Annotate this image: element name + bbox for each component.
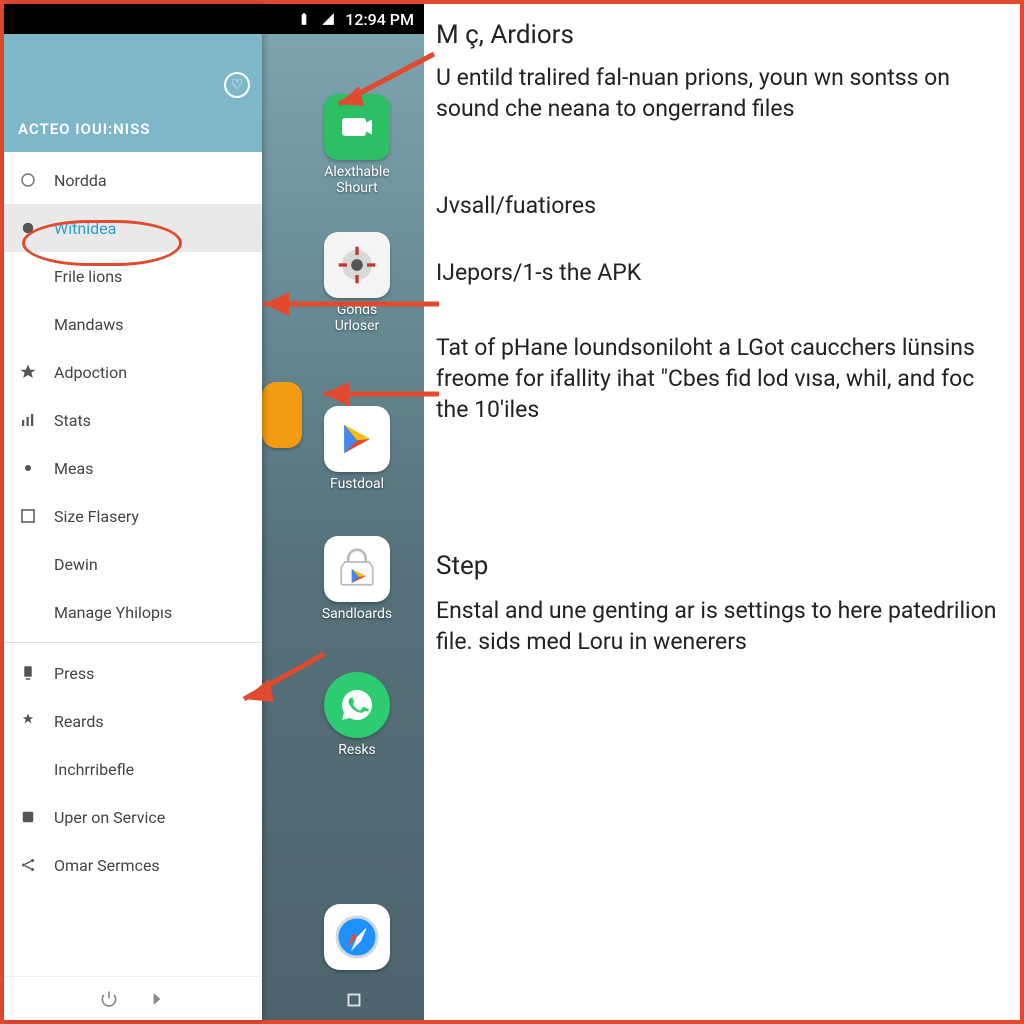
- menu-label: Dewin: [54, 555, 98, 574]
- menu-item-mandaws[interactable]: Mandaws: [4, 300, 262, 348]
- menu-label: Size Flasery: [54, 507, 139, 526]
- app-label: Fustdoal: [312, 476, 402, 492]
- menu-item-manage[interactable]: Manage Yhilopıs: [4, 588, 262, 636]
- tutorial-paragraph: U entild tralired fal-nuan prions, youn …: [436, 62, 1008, 124]
- menu-label: Reards: [54, 712, 104, 731]
- menu-item-inchr[interactable]: Inchrribefle: [4, 745, 262, 793]
- drawer-title: ACTEO IOUI:NISS: [18, 120, 150, 138]
- callout-label: IJepors/1-s the APK: [436, 259, 1008, 286]
- menu-item-frile[interactable]: Frile lions: [4, 252, 262, 300]
- menu-item-dewin[interactable]: Dewin: [4, 540, 262, 588]
- signal-icon-2: [321, 12, 335, 26]
- menu-label: Adpoction: [54, 363, 127, 382]
- forward-icon[interactable]: [147, 989, 167, 1009]
- tutorial-panel: M ç, Ardiors U entild tralired fal-nuan …: [436, 20, 1008, 1008]
- power-icon[interactable]: [99, 989, 119, 1009]
- tutorial-paragraph: Enstal and une genting ar is settings to…: [436, 595, 1008, 657]
- app-label: GondsUrloser: [312, 302, 402, 334]
- menu-label: Uper on Service: [54, 808, 165, 827]
- menu-item-size[interactable]: Size Flasery: [4, 492, 262, 540]
- profile-icon[interactable]: ♡: [224, 72, 250, 98]
- menu-label: Inchrribefle: [54, 760, 134, 779]
- app-label: Resks: [312, 742, 402, 758]
- menu-item-omar[interactable]: Omar Sermces: [4, 841, 262, 889]
- menu-label: Manage Yhilopıs: [54, 603, 172, 622]
- menu-label: Mandaws: [54, 315, 124, 334]
- clock-label: 12:94 PM: [345, 10, 414, 29]
- app-icon-safari[interactable]: [324, 904, 390, 970]
- drawer-menu: Nordda Wïtnidea Frile lions Mandaws Adpo…: [4, 152, 262, 976]
- drawer-footer: [4, 976, 262, 1020]
- menu-item-reards[interactable]: Reards: [4, 697, 262, 745]
- menu-label: Frile lions: [54, 267, 122, 286]
- menu-item-press[interactable]: Press: [4, 649, 262, 697]
- app-label: AlexthableShourt: [312, 164, 402, 196]
- menu-label: Wïtnidea: [54, 219, 116, 238]
- menu-label: Omar Sermces: [54, 856, 160, 875]
- menu-label: Stats: [54, 411, 91, 430]
- app-label: Sandloards: [312, 606, 402, 622]
- menu-item-adpoction[interactable]: Adpoction: [4, 348, 262, 396]
- step-heading: Step: [436, 551, 1008, 581]
- tutorial-paragraph: Tat of pHane loundsoniloht a LGot caucch…: [436, 332, 1008, 425]
- app-icon-playstore-2[interactable]: [324, 536, 390, 602]
- menu-item-witnidea[interactable]: Wïtnidea: [4, 204, 262, 252]
- menu-item-nordda[interactable]: Nordda: [4, 156, 262, 204]
- app-icon-whatsapp[interactable]: [324, 672, 390, 738]
- app-icon-partial[interactable]: [262, 382, 302, 448]
- menu-label: Meas: [54, 459, 93, 478]
- menu-label: Nordda: [54, 171, 107, 190]
- recents-icon[interactable]: [343, 989, 365, 1011]
- tutorial-title: M ç, Ardiors: [436, 20, 1008, 50]
- app-icon-video[interactable]: [324, 94, 390, 160]
- menu-item-meas[interactable]: Meas: [4, 444, 262, 492]
- app-icon-playstore-1[interactable]: [324, 406, 390, 472]
- app-icon-target[interactable]: [324, 232, 390, 298]
- menu-label: Press: [54, 664, 94, 683]
- callout-label: Jvsall/fuatiores: [436, 192, 1008, 219]
- navigation-drawer: ♡ ACTEO IOUI:NISS Nordda Wïtnidea Frile …: [4, 4, 262, 1020]
- battery-icon: [297, 12, 311, 26]
- menu-item-uper[interactable]: Uper on Service: [4, 793, 262, 841]
- drawer-header: ♡ ACTEO IOUI:NISS: [4, 34, 262, 152]
- menu-item-stats[interactable]: Stats: [4, 396, 262, 444]
